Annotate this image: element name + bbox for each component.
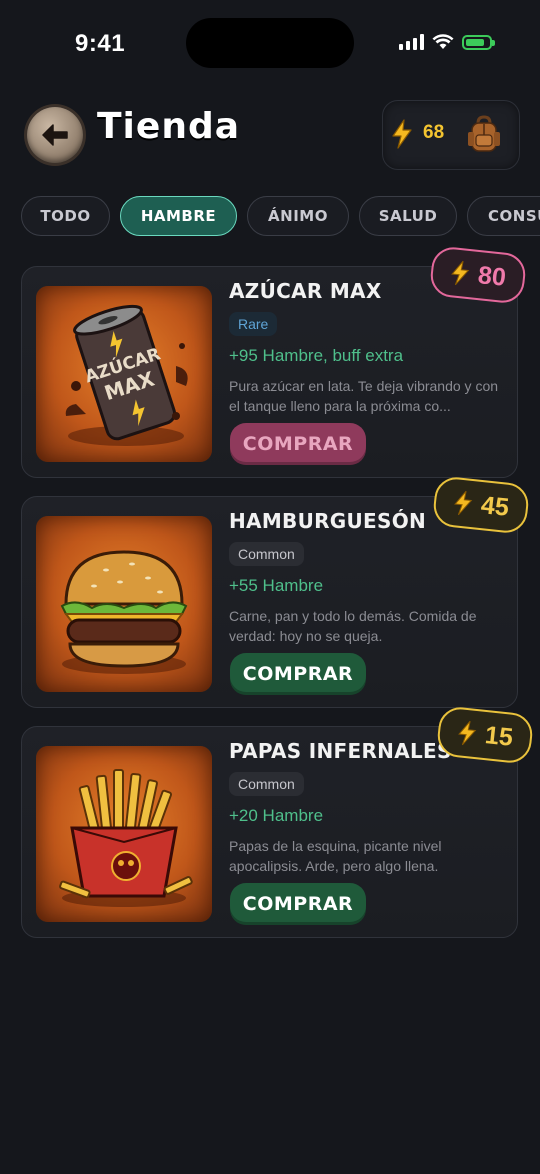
shop-item-card: AZÚCAR MAX AZÚCAR MAX Rare +95 Hambre, b…	[21, 266, 518, 478]
tab-salud[interactable]: SALUD	[359, 196, 457, 236]
rarity-badge: Common	[229, 772, 304, 796]
fries-icon	[59, 769, 193, 907]
category-tabs: TODO HAMBRE ÁNIMO SALUD CONSU	[21, 196, 540, 236]
item-description: Carne, pan y todo lo demás. Comida de ve…	[229, 608, 477, 644]
wifi-icon	[432, 34, 454, 49]
item-image-fries	[36, 746, 212, 922]
lightning-bolt-icon	[451, 260, 470, 286]
tab-hambre[interactable]: HAMBRE	[120, 196, 237, 236]
item-name: HAMBURGUESÓN	[229, 509, 427, 533]
price-value: 45	[479, 490, 511, 522]
buy-button[interactable]: COMPRAR	[230, 883, 366, 925]
back-button[interactable]	[27, 107, 83, 163]
item-name: AZÚCAR MAX	[229, 279, 382, 303]
status-icons	[399, 34, 495, 50]
lightning-bolt-icon	[458, 720, 477, 746]
shop-screen: 9:41 Tienda 68 TODO HAMBRE ÁNIMO SALUD C…	[0, 0, 540, 1174]
battery-icon	[462, 34, 495, 50]
tab-animo[interactable]: ÁNIMO	[247, 196, 349, 236]
backpack-icon[interactable]	[467, 115, 501, 153]
page-title: Tienda	[97, 106, 241, 147]
cellular-signal-icon	[399, 34, 424, 50]
item-image-energy-can: AZÚCAR MAX	[36, 286, 212, 462]
price-value: 80	[476, 260, 508, 292]
item-description: Papas de la esquina, picante nivel apoca…	[229, 838, 442, 874]
lightning-bolt-icon	[392, 119, 412, 149]
shop-item-card: HAMBURGUESÓN Common +55 Hambre Carne, pa…	[21, 496, 518, 708]
status-time: 9:41	[75, 30, 126, 57]
tab-todo[interactable]: TODO	[21, 196, 110, 236]
status-bar: 9:41	[0, 0, 540, 80]
buy-button[interactable]: COMPRAR	[230, 423, 366, 465]
item-effect: +20 Hambre	[229, 806, 324, 825]
item-image-burger	[36, 516, 212, 692]
dynamic-island	[186, 18, 354, 68]
tab-consumibles[interactable]: CONSU	[467, 196, 540, 236]
burger-icon	[60, 550, 188, 674]
item-effect: +95 Hambre, buff extra	[229, 346, 404, 365]
arrow-left-icon	[42, 124, 68, 146]
item-name: PAPAS INFERNALES	[229, 739, 452, 763]
energy-can-icon: AZÚCAR MAX	[65, 304, 188, 446]
buy-button[interactable]: COMPRAR	[230, 653, 366, 695]
shop-item-card: PAPAS INFERNALES Common +20 Hambre Papas…	[21, 726, 518, 938]
lightning-bolt-icon	[454, 490, 473, 516]
energy-balance[interactable]: 68	[382, 100, 520, 170]
rarity-badge: Rare	[229, 312, 278, 336]
energy-count: 68	[423, 122, 445, 143]
price-value: 15	[483, 720, 515, 752]
rarity-badge: Common	[229, 542, 304, 566]
item-effect: +55 Hambre	[229, 576, 324, 595]
item-description: Pura azúcar en lata. Te deja vibrando y …	[229, 378, 499, 414]
